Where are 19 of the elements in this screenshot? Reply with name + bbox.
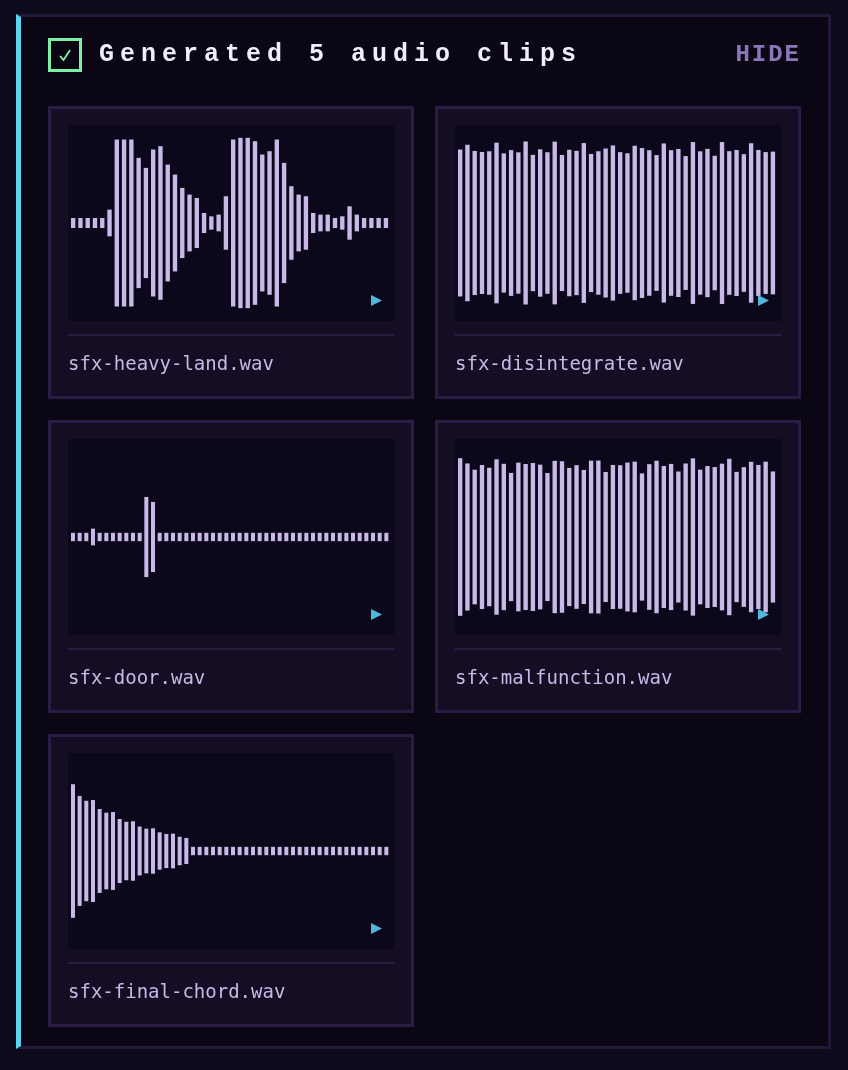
hide-button[interactable]: HIDE xyxy=(735,37,801,73)
play-icon[interactable] xyxy=(371,609,382,620)
play-icon[interactable] xyxy=(371,295,382,306)
audio-clip-card[interactable]: sfx-malfunction.wav xyxy=(435,420,801,713)
clip-filename: sfx-door.wav xyxy=(68,666,206,688)
clip-filename: sfx-final-chord.wav xyxy=(68,980,286,1002)
audio-clip-card[interactable]: sfx-heavy-land.wav xyxy=(48,106,414,399)
play-icon[interactable] xyxy=(758,609,769,620)
clip-filename: sfx-disintegrate.wav xyxy=(455,352,684,374)
clip-filename: sfx-malfunction.wav xyxy=(455,666,673,688)
play-icon[interactable] xyxy=(371,923,382,934)
panel-title: Generated 5 audio clips xyxy=(99,39,583,72)
checkbox[interactable] xyxy=(48,38,82,72)
audio-clip-card[interactable]: sfx-final-chord.wav xyxy=(48,734,414,1027)
play-icon[interactable] xyxy=(758,295,769,306)
audio-clip-card[interactable]: sfx-disintegrate.wav xyxy=(435,106,801,399)
check-icon xyxy=(58,48,72,62)
audio-clip-card[interactable]: sfx-door.wav xyxy=(48,420,414,713)
clip-filename: sfx-heavy-land.wav xyxy=(68,352,274,374)
